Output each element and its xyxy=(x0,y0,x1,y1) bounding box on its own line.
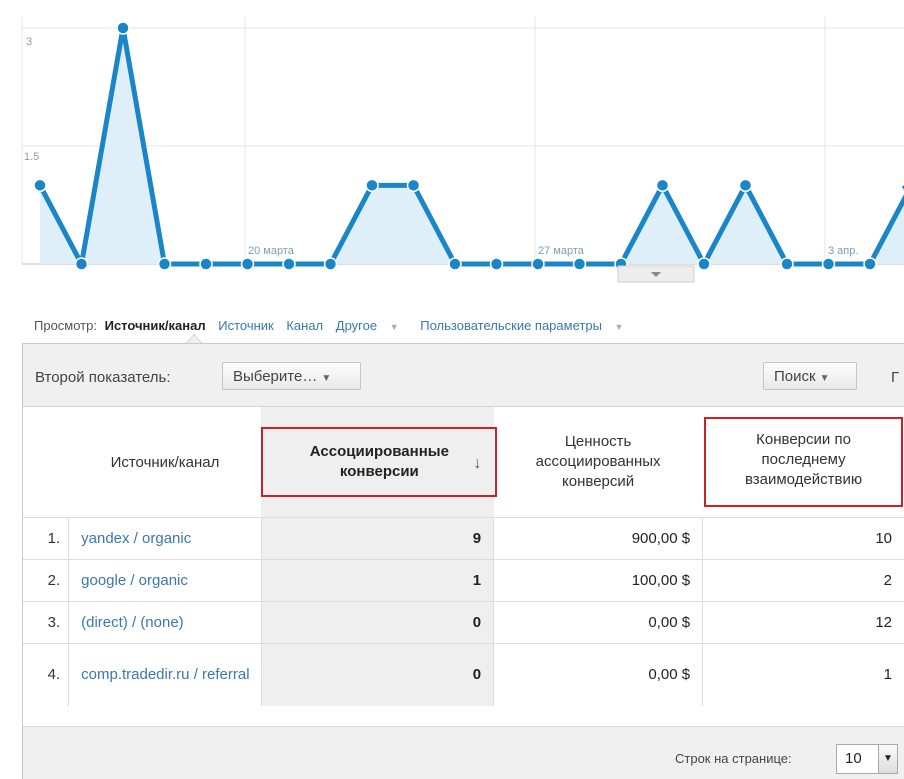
data-point[interactable] xyxy=(572,257,587,271)
source-medium-header[interactable]: Источник/канал xyxy=(69,407,262,518)
rows-per-page-label: Строк на странице: xyxy=(675,751,792,766)
x-label-27-march: 27 марта xyxy=(538,245,585,257)
last-interaction-label: Конверсии по последнему взаимодействию xyxy=(744,431,863,488)
view-source-medium[interactable]: Источник/канал xyxy=(105,318,206,333)
data-point[interactable] xyxy=(282,257,296,271)
assisted-cell: 1 xyxy=(260,559,495,602)
row-index: 1. xyxy=(23,517,70,560)
view-custom: Пользовательские параметры xyxy=(420,318,602,333)
assisted-cell: 9 xyxy=(260,517,495,560)
table-row: 2. google / organic 1 100,00 $ 2 xyxy=(23,559,904,602)
last-interaction-cell: 12 xyxy=(702,601,904,644)
source-link[interactable]: yandex / organic xyxy=(81,530,191,547)
view-other: Другое xyxy=(335,318,378,333)
report-panel: Второй показатель: Выберите… ▼ Поиск ▼ Г И… xyxy=(22,343,904,779)
truncated-toolbar-item[interactable]: Г xyxy=(891,369,899,386)
view-other-dropdown[interactable]: Другое ▼ xyxy=(336,318,408,333)
data-point[interactable] xyxy=(863,257,877,271)
data-point[interactable] xyxy=(199,257,213,271)
active-view-pointer xyxy=(186,334,202,343)
last-interaction-cell: 2 xyxy=(702,559,904,602)
data-point[interactable] xyxy=(448,257,462,271)
caret-down-icon[interactable]: ▼ xyxy=(878,744,898,774)
chart-collapse-handle[interactable] xyxy=(617,265,695,283)
data-point[interactable] xyxy=(655,178,670,193)
highlight-box-last-interaction: Конверсии по последнему взаимодействию xyxy=(704,417,904,507)
data-point[interactable] xyxy=(489,257,504,271)
view-selector: Просмотр: Источник/канал Источник Канал … xyxy=(34,318,641,333)
source-link[interactable]: (direct) / (none) xyxy=(81,614,184,631)
row-index: 4. xyxy=(23,643,70,706)
last-interaction-header[interactable]: Конверсии по последнему взаимодействию xyxy=(703,407,904,518)
assisted-cell: 0 xyxy=(260,601,495,644)
assisted-conversions-label: Ассоциированные конверсии xyxy=(309,443,449,480)
table-header-row: Источник/канал Ассоциированные конверсии… xyxy=(23,407,904,518)
row-index: 2. xyxy=(23,559,70,602)
source-cell: comp.tradedir.ru / referral xyxy=(68,643,262,706)
data-point[interactable] xyxy=(697,257,711,271)
data-point[interactable] xyxy=(821,257,836,271)
view-medium[interactable]: Канал xyxy=(286,318,323,333)
highlight-box-assisted: Ассоциированные конверсии ↓ xyxy=(261,427,498,497)
conversions-table: Источник/канал Ассоциированные конверсии… xyxy=(23,407,904,706)
secondary-dimension-select[interactable]: Выберите… ▼ xyxy=(222,362,361,390)
data-point[interactable] xyxy=(157,257,172,271)
table-row: 1. yandex / organic 9 900,00 $ 10 xyxy=(23,517,904,560)
index-header xyxy=(23,407,69,518)
table-row: 3. (direct) / (none) 0 0,00 $ 12 xyxy=(23,601,904,644)
caret-down-icon: ▼ xyxy=(614,322,624,332)
x-label-3-april: 3 апр. xyxy=(828,245,858,257)
value-cell: 900,00 $ xyxy=(493,517,704,560)
table-toolbar: Второй показатель: Выберите… ▼ Поиск ▼ Г xyxy=(23,344,904,407)
assisted-value-label: Ценность ассоциированных конверсий xyxy=(535,433,661,490)
source-cell: google / organic xyxy=(68,559,262,602)
value-cell: 0,00 $ xyxy=(493,643,704,706)
x-label-20-march: 20 марта xyxy=(248,245,295,257)
table-footer: Строк на странице: 10 ▼ xyxy=(23,726,904,779)
search-label: Поиск xyxy=(774,368,816,385)
secondary-dimension-label: Второй показатель: xyxy=(35,369,171,386)
last-interaction-cell: 1 xyxy=(702,643,904,706)
value-cell: 100,00 $ xyxy=(493,559,704,602)
source-link[interactable]: google / organic xyxy=(81,572,188,589)
source-cell: (direct) / (none) xyxy=(68,601,262,644)
y-tick-label-3: 3 xyxy=(26,36,32,48)
data-point[interactable] xyxy=(531,257,545,271)
data-point[interactable] xyxy=(738,178,753,193)
search-button[interactable]: Поиск ▼ xyxy=(763,362,857,390)
view-source[interactable]: Источник xyxy=(218,318,274,333)
source-link[interactable]: comp.tradedir.ru / referral xyxy=(81,665,251,684)
assisted-conversions-header[interactable]: Ассоциированные конверсии ↓ xyxy=(261,407,498,518)
data-point[interactable] xyxy=(780,257,794,271)
caret-down-icon: ▼ xyxy=(819,373,830,384)
data-point[interactable] xyxy=(240,257,255,271)
assisted-cell: 0 xyxy=(260,643,495,706)
data-point[interactable] xyxy=(365,178,379,193)
view-custom-dropdown[interactable]: Пользовательские параметры ▼ xyxy=(420,318,632,333)
source-cell: yandex / organic xyxy=(68,517,262,560)
data-point[interactable] xyxy=(323,257,338,271)
y-tick-label-1-5: 1.5 xyxy=(24,151,39,163)
conversions-line-chart: 3 1.5 20 марта 27 марта 3 апр. xyxy=(21,16,904,283)
arrow-down-icon: ↓ xyxy=(473,455,482,472)
value-cell: 0,00 $ xyxy=(493,601,704,644)
caret-down-icon: ▼ xyxy=(321,373,332,384)
table-row: 4. comp.tradedir.ru / referral 0 0,00 $ … xyxy=(23,643,904,706)
row-index: 3. xyxy=(23,601,70,644)
data-point[interactable] xyxy=(33,178,47,193)
data-point[interactable] xyxy=(406,178,421,193)
data-point[interactable] xyxy=(116,21,130,35)
assisted-value-header[interactable]: Ценность ассоциированных конверсий xyxy=(494,407,703,518)
view-prefix: Просмотр: xyxy=(34,318,97,333)
caret-down-icon: ▼ xyxy=(389,322,399,332)
data-point[interactable] xyxy=(74,257,89,271)
last-interaction-cell: 10 xyxy=(702,517,904,560)
select-label: Выберите… xyxy=(233,368,318,385)
